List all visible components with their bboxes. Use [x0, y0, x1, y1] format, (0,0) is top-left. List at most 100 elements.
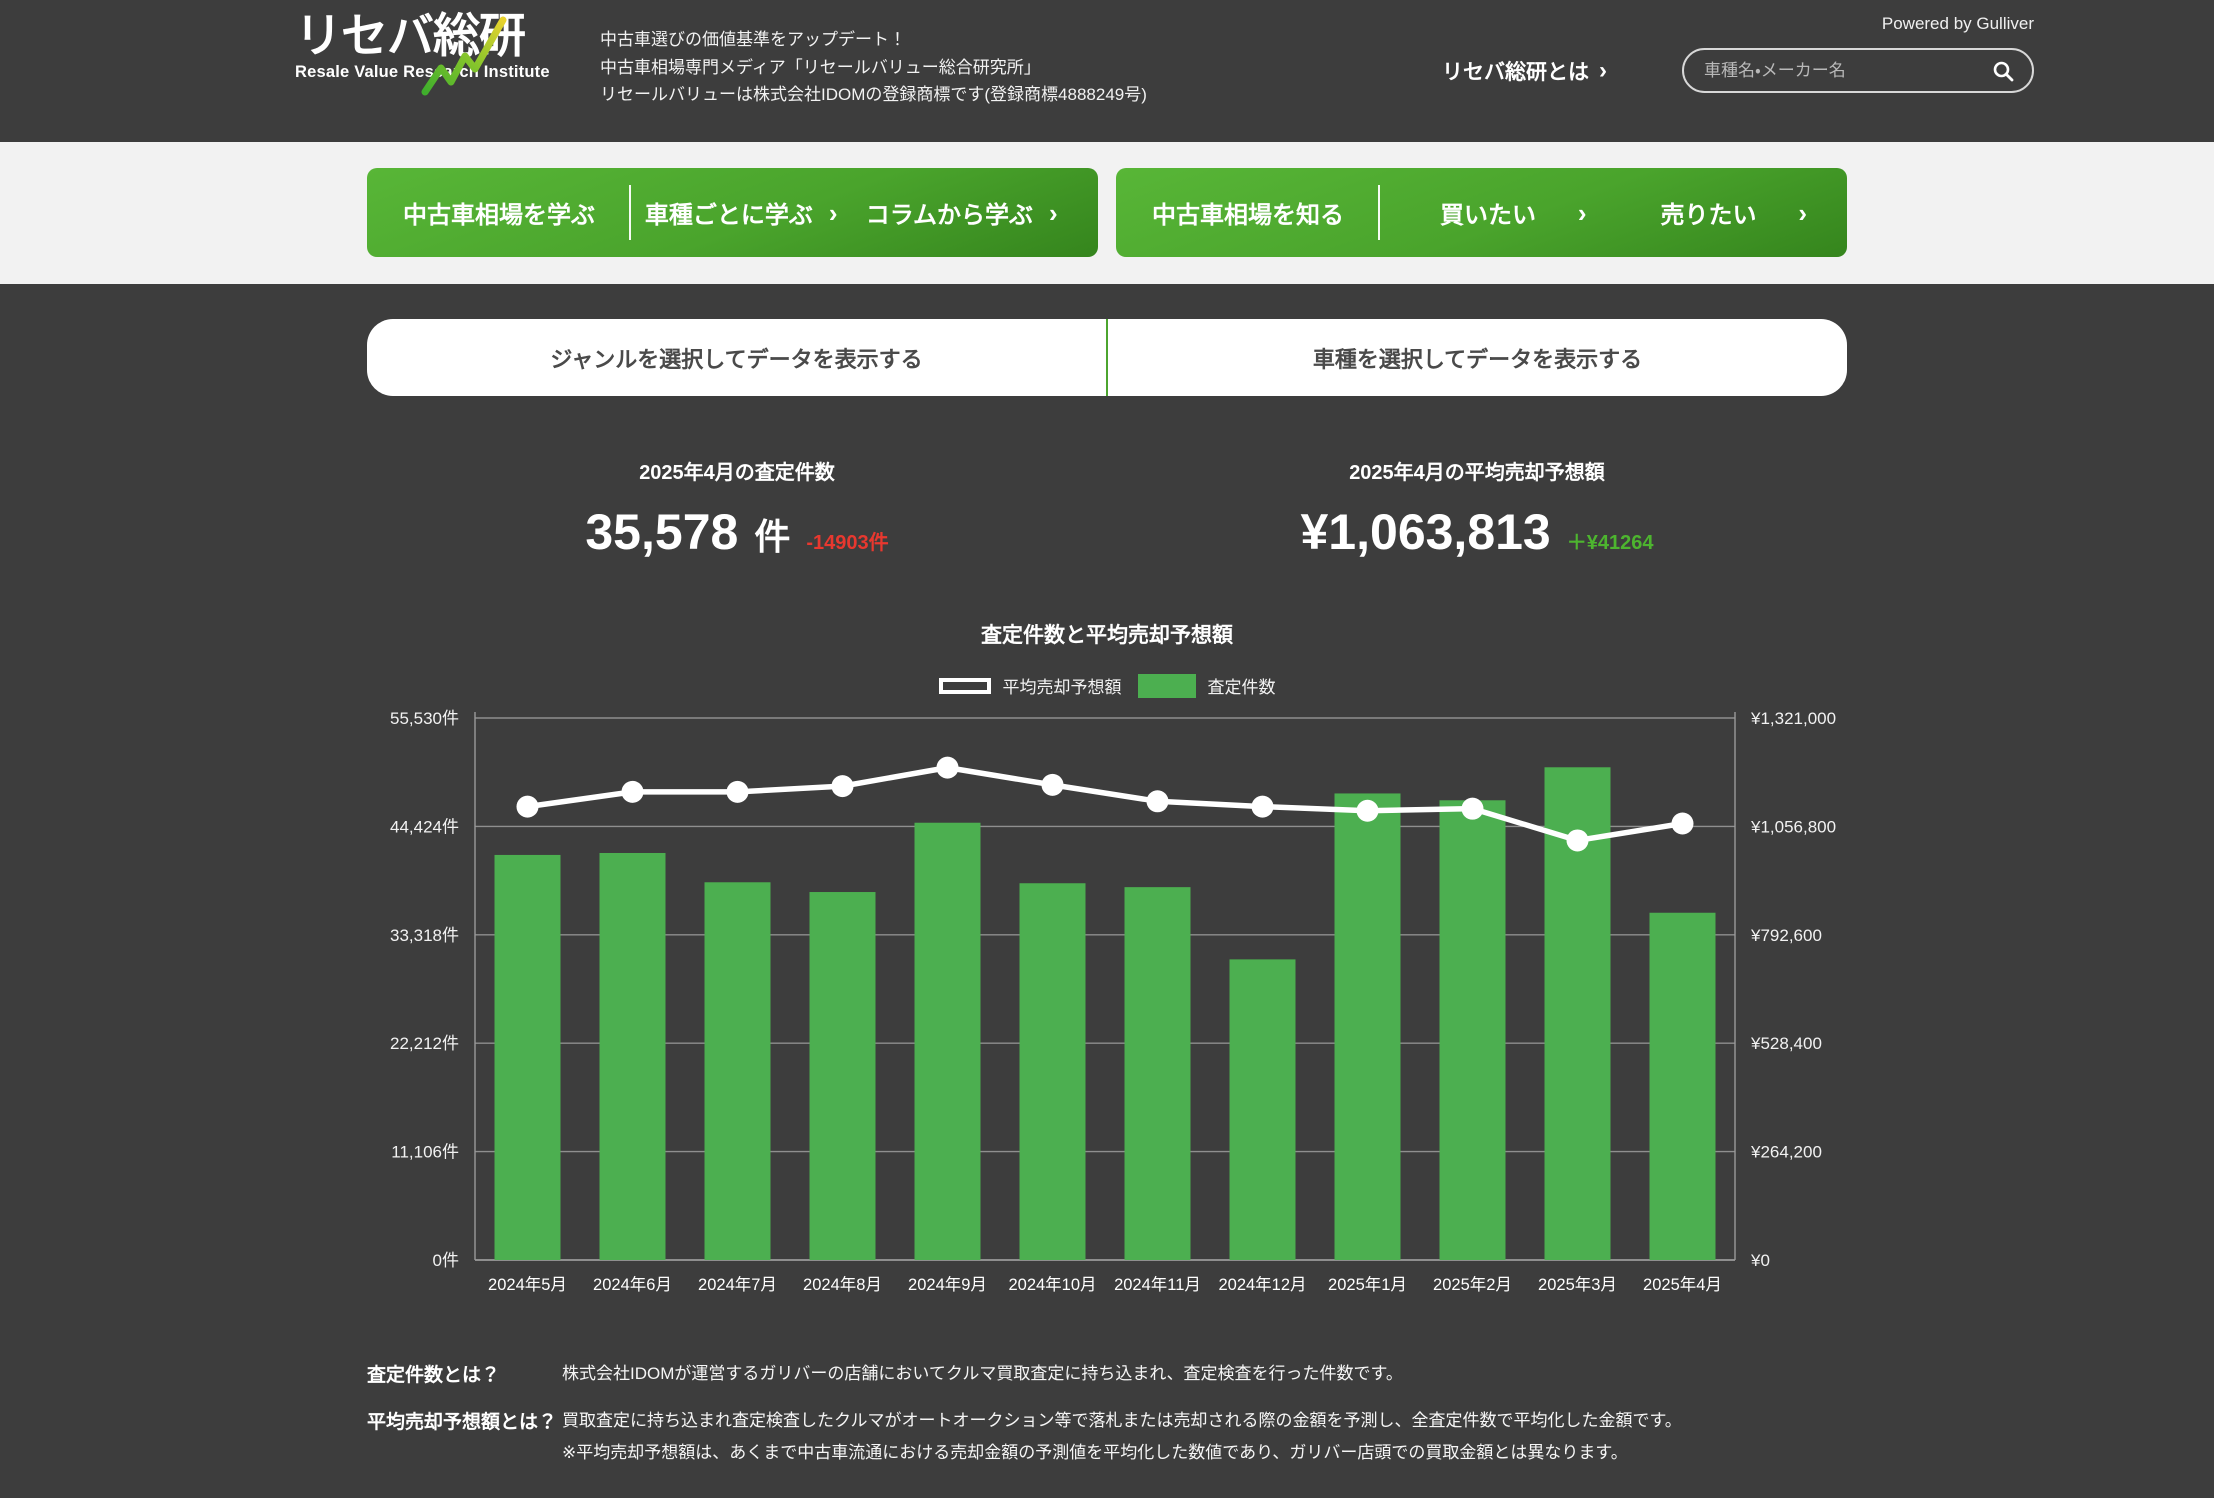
- search-icon[interactable]: [1992, 60, 2014, 82]
- x-axis-tick-label: 2024年7月: [698, 1275, 777, 1294]
- x-axis-tick-label: 2024年8月: [803, 1275, 882, 1294]
- chart-svg: 55,530件 ¥1,321,000 44,424件 ¥1,056,800 33,318…: [357, 702, 1857, 1327]
- tagline-line: 中古車相場専門メディア「リセールバリュー総合研究所」: [600, 54, 1147, 82]
- tab-select-genre[interactable]: ジャンルを選択してデータを表示する: [367, 319, 1106, 396]
- definition-row: 平均売却予想額とは？ 買取査定に持ち込まれ査定検査したクルマがオートオークション…: [367, 1405, 1847, 1468]
- chart-bar: [495, 855, 561, 1260]
- right-axis-tick-label: ¥1,056,800: [1750, 817, 1836, 836]
- legend-item-bar: 査定件数: [1138, 673, 1276, 698]
- chart-bar: [1230, 959, 1296, 1260]
- nav-item-by-model[interactable]: 車種ごとに学ぶ ›: [631, 195, 852, 230]
- chart-bar: [1650, 913, 1716, 1260]
- site-tagline: 中古車選びの価値基準をアップデート！ 中古車相場専門メディア「リセールバリュー総…: [600, 26, 1147, 109]
- nav-item-by-column[interactable]: コラムから学ぶ ›: [852, 195, 1073, 230]
- x-axis-tick-label: 2024年10月: [1008, 1275, 1096, 1294]
- term-definitions: 査定件数とは？ 株式会社IDOMが運営するガリバーの店舗においてクルマ買取査定に…: [367, 1358, 1847, 1468]
- site-logo[interactable]: リセバ総研 Resale Value Research Institute: [295, 12, 545, 82]
- chart-bar: [915, 823, 981, 1260]
- legend-line-swatch: [939, 678, 991, 694]
- stat-title: 2025年4月の平均売却予想額: [1107, 456, 1847, 485]
- definition-desc: 買取査定に持ち込まれ査定検査したクルマがオートオークション等で落札または売却され…: [562, 1405, 1847, 1468]
- search-input[interactable]: [1702, 60, 1992, 82]
- chart-bar: [810, 892, 876, 1260]
- search-box[interactable]: [1682, 48, 2034, 93]
- left-axis-tick-label: 11,106件: [391, 1143, 459, 1162]
- chart-line-point: [1567, 829, 1589, 851]
- chart-line-point: [1357, 800, 1379, 822]
- definition-term: 平均売却予想額とは？: [367, 1405, 562, 1434]
- x-axis-tick-label: 2024年9月: [908, 1275, 987, 1294]
- chart-line-point: [1042, 774, 1064, 796]
- logo-title: リセバ総研: [295, 12, 545, 59]
- logo-subtitle: Resale Value Research Institute: [295, 63, 545, 82]
- chart-line-point: [622, 781, 644, 803]
- stat-value: ¥1,063,813: [1301, 503, 1551, 561]
- chart-line: [528, 768, 1683, 841]
- chart-line-point: [1252, 796, 1274, 818]
- legend-bar-swatch: [1138, 674, 1196, 698]
- legend-item-line: 平均売却予想額: [939, 673, 1122, 698]
- chevron-right-icon: ›: [829, 200, 838, 226]
- chevron-right-icon: ›: [1578, 200, 1587, 226]
- nav-item-buy[interactable]: 買いたい ›: [1380, 195, 1601, 230]
- x-axis-tick-label: 2025年1月: [1328, 1275, 1407, 1294]
- x-axis-tick-label: 2024年11月: [1114, 1275, 1201, 1294]
- chart-line-point: [937, 757, 959, 779]
- definition-desc: 株式会社IDOMが運営するガリバーの店舗においてクルマ買取査定に持ち込まれ、査定…: [562, 1358, 1847, 1389]
- x-axis-tick-label: 2025年2月: [1433, 1275, 1512, 1294]
- chart-line-point: [1462, 798, 1484, 820]
- chevron-right-icon: ›: [1798, 200, 1807, 226]
- x-axis-tick-label: 2024年12月: [1218, 1275, 1306, 1294]
- stats-row: 2025年4月の査定件数 35,578 件 -14903件 2025年4月の平均…: [367, 456, 1847, 561]
- x-axis-tick-label: 2025年3月: [1538, 1275, 1617, 1294]
- nav-block-learn: 中古車相場を学ぶ 車種ごとに学ぶ › コラムから学ぶ ›: [367, 168, 1098, 257]
- chart-area: 55,530件 ¥1,321,000 44,424件 ¥1,056,800 33,318…: [357, 702, 1857, 1332]
- x-axis-tick-label: 2024年5月: [488, 1275, 567, 1294]
- chart-title: 査定件数と平均売却予想額: [0, 619, 2214, 649]
- chart-line-point: [1147, 790, 1169, 812]
- nav-item-sell[interactable]: 売りたい ›: [1601, 195, 1822, 230]
- tagline-line: リセールバリューは株式会社IDOMの登録商標です(登録商標4888249号): [600, 81, 1147, 109]
- chart-bar: [1335, 793, 1401, 1260]
- stat-unit: 件: [754, 508, 790, 560]
- stat-average-price: 2025年4月の平均売却予想額 ¥1,063,813 ＋¥41264: [1107, 456, 1847, 561]
- left-axis-tick-label: 22,212件: [390, 1034, 459, 1053]
- right-axis-tick-label: ¥264,200: [1750, 1143, 1822, 1162]
- tab-select-model[interactable]: 車種を選択してデータを表示する: [1108, 319, 1847, 396]
- chart-bar: [600, 853, 666, 1260]
- x-axis-tick-label: 2024年6月: [593, 1275, 672, 1294]
- chart-line-point: [517, 796, 539, 818]
- chart-bar: [1440, 800, 1506, 1260]
- right-axis-tick-label: ¥792,600: [1750, 926, 1822, 945]
- nav-know-title[interactable]: 中古車相場を知る: [1142, 185, 1380, 240]
- powered-by-label: Powered by Gulliver: [1882, 14, 2034, 34]
- tagline-line: 中古車選びの価値基準をアップデート！: [600, 26, 1147, 54]
- chart-bar: [1125, 887, 1191, 1260]
- left-axis-tick-label: 55,530件: [390, 709, 459, 728]
- chevron-right-icon: ›: [1049, 200, 1058, 226]
- chart-bar: [705, 882, 771, 1260]
- nav-learn-title[interactable]: 中古車相場を学ぶ: [393, 185, 631, 240]
- main-content: ジャンルを選択してデータを表示する 車種を選択してデータを表示する 2025年4…: [0, 319, 2214, 1498]
- chart-line-point: [727, 781, 749, 803]
- chevron-right-icon: ›: [1599, 59, 1607, 83]
- data-select-tabbar: ジャンルを選択してデータを表示する 車種を選択してデータを表示する: [367, 319, 1847, 396]
- nav-block-know: 中古車相場を知る 買いたい › 売りたい ›: [1116, 168, 1847, 257]
- chart-bar: [1020, 883, 1086, 1260]
- stat-title: 2025年4月の査定件数: [367, 456, 1107, 485]
- right-axis-tick-label: ¥528,400: [1750, 1034, 1822, 1053]
- stat-value: 35,578: [585, 503, 738, 561]
- right-axis-tick-label: ¥1,321,000: [1750, 709, 1836, 728]
- chart-line-point: [832, 775, 854, 797]
- chart-legend: 平均売却予想額 査定件数: [0, 673, 2214, 698]
- x-axis-tick-label: 2025年4月: [1643, 1275, 1722, 1294]
- nav-strip: 中古車相場を学ぶ 車種ごとに学ぶ › コラムから学ぶ › 中古車相場を知る 買い…: [0, 142, 2214, 284]
- chart-line-point: [1672, 813, 1694, 835]
- left-axis-tick-label: 44,424件: [390, 817, 459, 836]
- definition-row: 査定件数とは？ 株式会社IDOMが運営するガリバーの店舗においてクルマ買取査定に…: [367, 1358, 1847, 1389]
- site-header: リセバ総研 Resale Value Research Institute 中古…: [0, 0, 2214, 142]
- stat-assessment-count: 2025年4月の査定件数 35,578 件 -14903件: [367, 456, 1107, 561]
- left-axis-tick-label: 33,318件: [390, 926, 459, 945]
- about-link[interactable]: リセバ総研とは ›: [1442, 56, 1607, 86]
- stat-delta: -14903件: [806, 526, 888, 555]
